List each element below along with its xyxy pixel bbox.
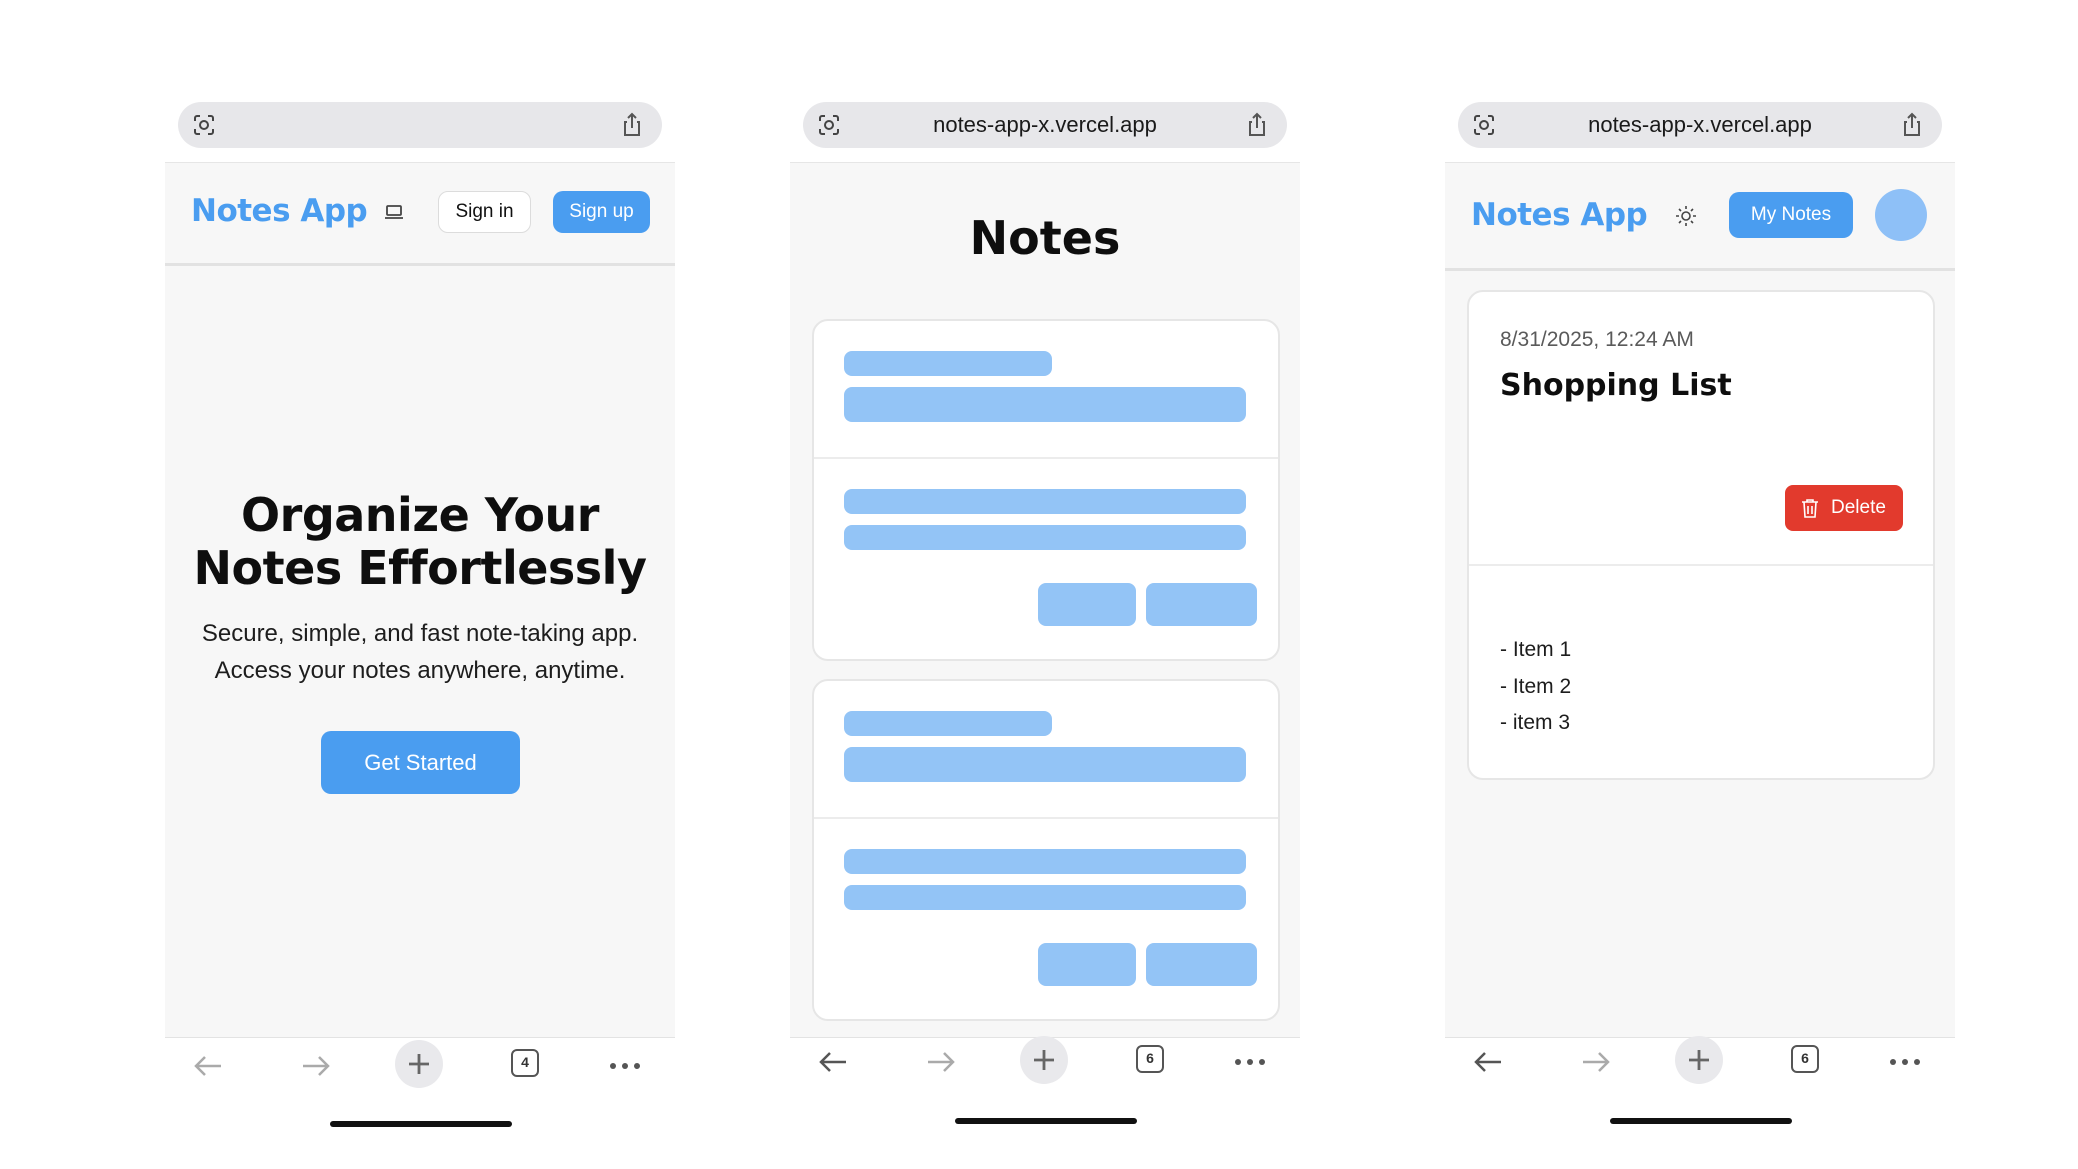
delete-button[interactable]: Delete: [1785, 485, 1903, 531]
forward-arrow-icon[interactable]: [1575, 1042, 1615, 1082]
skeleton-button: [1146, 583, 1257, 626]
skeleton-bar: [844, 351, 1052, 376]
more-icon[interactable]: [605, 1046, 645, 1086]
sign-in-button[interactable]: Sign in: [438, 191, 531, 233]
share-icon[interactable]: [620, 112, 644, 138]
address-bar[interactable]: notes-app-x.vercel.app: [1458, 102, 1942, 148]
new-tab-plus-icon: [409, 1054, 429, 1074]
sign-up-button[interactable]: Sign up: [553, 191, 650, 233]
sun-icon[interactable]: [1675, 205, 1697, 227]
my-notes-button[interactable]: My Notes: [1729, 192, 1853, 238]
phone-landing: Notes App Sign in Sign up Organize Your …: [165, 0, 675, 1169]
skeleton-bar: [844, 711, 1052, 736]
divider: [814, 457, 1278, 459]
phone-notes-loading: notes-app-x.vercel.app Notes 6: [790, 0, 1300, 1169]
browser-toolbar: 6: [1445, 1036, 1955, 1088]
url-text: notes-app-x.vercel.app: [1588, 112, 1812, 137]
list-item: - Item 1: [1500, 638, 1572, 661]
skeleton-bar: [844, 387, 1246, 422]
skeleton-bar: [844, 525, 1246, 550]
get-started-button[interactable]: Get Started: [321, 731, 520, 794]
new-tab-plus-icon: [1689, 1050, 1709, 1070]
address-bar[interactable]: notes-app-x.vercel.app: [803, 102, 1287, 148]
browser-toolbar: 4: [165, 1040, 675, 1092]
skeleton-button: [1038, 583, 1136, 626]
laptop-icon[interactable]: [383, 201, 405, 223]
brand-logo[interactable]: Notes App: [191, 193, 368, 229]
tabs-icon[interactable]: 4: [511, 1049, 539, 1077]
hero-title-line: Notes Effortlessly: [193, 541, 647, 595]
home-indicator: [1610, 1118, 1792, 1124]
skeleton-bar: [844, 885, 1246, 910]
new-tab-button[interactable]: [395, 1040, 443, 1088]
note-date: 8/31/2025, 12:24 AM: [1500, 328, 1694, 351]
divider: [814, 817, 1278, 819]
address-bar[interactable]: [178, 102, 662, 148]
forward-arrow-icon[interactable]: [295, 1046, 335, 1086]
share-icon[interactable]: [1900, 112, 1924, 138]
skeleton-bar: [844, 747, 1246, 782]
navbar: Notes App My Notes: [1445, 163, 1955, 271]
delete-label: Delete: [1831, 497, 1886, 518]
note-title: Shopping List: [1500, 368, 1732, 403]
web-content: Notes: [790, 162, 1300, 1038]
home-indicator: [330, 1121, 512, 1127]
home-indicator: [955, 1118, 1137, 1124]
forward-arrow-icon[interactable]: [920, 1042, 960, 1082]
web-content: Notes App My Notes 8/31/2025, 12:24 AM S…: [1445, 162, 1955, 1038]
hero-title-line: Organize Your: [241, 488, 599, 542]
note-content: - Item 1 - Item 2 - item 3: [1500, 632, 1571, 742]
phone-note-detail: notes-app-x.vercel.app Notes App My Note…: [1445, 0, 1955, 1169]
new-tab-plus-icon: [1034, 1050, 1054, 1070]
back-arrow-icon[interactable]: [1469, 1042, 1509, 1082]
skeleton-note-card: [812, 679, 1280, 1021]
back-arrow-icon[interactable]: [814, 1042, 854, 1082]
more-icon[interactable]: [1885, 1042, 1925, 1082]
skeleton-bar: [844, 849, 1246, 874]
back-arrow-icon[interactable]: [189, 1046, 229, 1086]
tabs-icon[interactable]: 6: [1136, 1045, 1164, 1073]
skeleton-note-card: [812, 319, 1280, 661]
list-item: - Item 2: [1500, 674, 1572, 698]
more-icon[interactable]: [1230, 1042, 1270, 1082]
avatar[interactable]: [1875, 189, 1927, 241]
hero-subtitle-line: Access your notes anywhere, anytime.: [214, 657, 626, 684]
share-icon[interactable]: [1245, 112, 1269, 138]
visual-lookup-icon[interactable]: [192, 113, 216, 137]
list-item: - item 3: [1500, 711, 1571, 734]
page-title: Notes: [969, 211, 1121, 265]
hero-subtitle-line: Secure, simple, and fast note-taking app…: [201, 620, 639, 647]
skeleton-button: [1146, 943, 1257, 986]
hero-subtitle: Secure, simple, and fast note-taking app…: [165, 615, 675, 689]
skeleton-button: [1038, 943, 1136, 986]
trash-icon: [1802, 499, 1818, 518]
divider: [1469, 564, 1933, 566]
tabs-icon[interactable]: 6: [1791, 1045, 1819, 1073]
skeleton-bar: [844, 489, 1246, 514]
browser-toolbar: 6: [790, 1036, 1300, 1088]
web-content: Notes App Sign in Sign up Organize Your …: [165, 162, 675, 1038]
brand-logo[interactable]: Notes App: [1471, 197, 1648, 233]
new-tab-button[interactable]: [1675, 1036, 1723, 1084]
note-card: 8/31/2025, 12:24 AM Shopping List Delete…: [1467, 290, 1935, 780]
new-tab-button[interactable]: [1020, 1036, 1068, 1084]
url-text: notes-app-x.vercel.app: [933, 112, 1157, 137]
hero-title: Organize Your Notes Effortlessly: [165, 489, 675, 595]
navbar: Notes App Sign in Sign up: [165, 163, 675, 266]
